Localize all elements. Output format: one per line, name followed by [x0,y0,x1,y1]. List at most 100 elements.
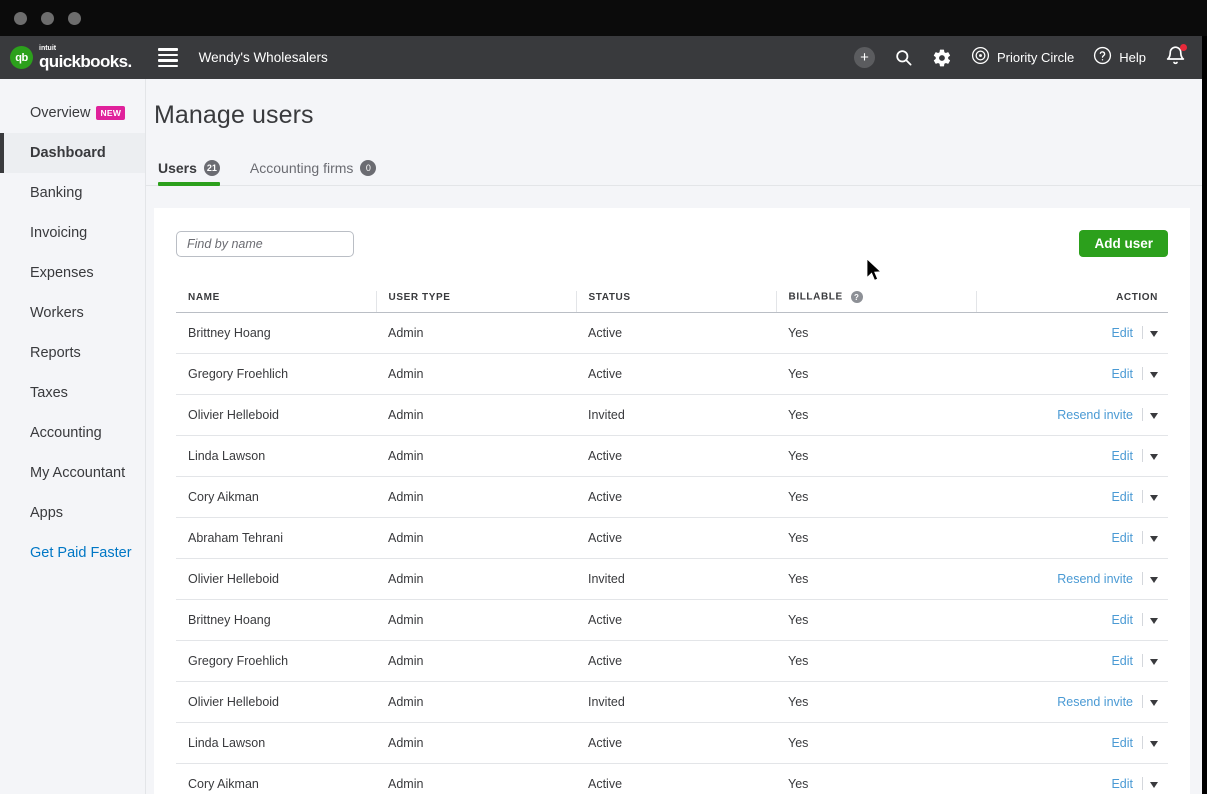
gear-icon[interactable] [932,48,952,68]
users-table-body: Brittney HoangAdminActiveYesEditGregory … [176,313,1168,794]
notification-indicator-dot [1180,44,1187,51]
cell-action: Edit [976,723,1168,764]
column-header-name[interactable]: NAME [176,291,376,313]
chevron-down-icon[interactable] [1150,413,1158,419]
tab-count-badge: 0 [360,160,376,176]
table-row: Olivier HelleboidAdminInvitedYesResend i… [176,559,1168,600]
cell-action: Resend invite [976,559,1168,600]
window-maximize-button[interactable] [68,12,81,25]
window-close-button[interactable] [14,12,27,25]
cell-user-type: Admin [376,600,576,641]
question-mark-icon [1093,46,1112,70]
sidebar-item-taxes[interactable]: Taxes [0,373,145,413]
row-action-link[interactable]: Edit [1111,736,1133,750]
add-user-button[interactable]: Add user [1079,230,1168,257]
tab-accounting-firms[interactable]: Accounting firms0 [250,160,376,185]
sidebar-item-label: My Accountant [30,465,125,481]
sidebar-item-workers[interactable]: Workers [0,293,145,333]
sidebar-item-label: Invoicing [30,225,87,241]
priority-circle-button[interactable]: Priority Circle [971,46,1074,70]
table-row: Brittney HoangAdminActiveYesEdit [176,600,1168,641]
row-action-link[interactable]: Edit [1111,531,1133,545]
cell-action: Edit [976,354,1168,395]
row-action-link[interactable]: Edit [1111,449,1133,463]
action-divider [1142,490,1143,503]
billable-help-icon[interactable]: ? [851,291,863,303]
cell-user-type: Admin [376,354,576,395]
tab-users[interactable]: Users 21 [158,160,220,185]
cell-billable: Yes [776,641,976,682]
row-action-link[interactable]: Edit [1111,490,1133,504]
top-navigation-bar: qb intuit quickbooks. Wendy's Wholesaler… [0,36,1202,79]
chevron-down-icon[interactable] [1150,618,1158,624]
tab-label: Users [158,160,197,176]
row-action-link[interactable]: Resend invite [1057,408,1133,422]
qb-mark-icon: qb [10,46,33,69]
sidebar-item-overview[interactable]: OverviewNEW [0,93,145,133]
sidebar-item-invoicing[interactable]: Invoicing [0,213,145,253]
cell-user-type: Admin [376,723,576,764]
priority-circle-label: Priority Circle [997,50,1074,65]
sidebar-item-label: Accounting [30,425,102,441]
column-header-user-type[interactable]: USER TYPE [376,291,576,313]
cell-name: Cory Aikman [176,764,376,794]
chevron-down-icon[interactable] [1150,577,1158,583]
row-action-link[interactable]: Edit [1111,326,1133,340]
sidebar-item-accounting[interactable]: Accounting [0,413,145,453]
row-action-link[interactable]: Edit [1111,613,1133,627]
window-minimize-button[interactable] [41,12,54,25]
chevron-down-icon[interactable] [1150,536,1158,542]
table-row: Cory AikmanAdminActiveYesEdit [176,477,1168,518]
hamburger-menu-icon[interactable] [158,48,178,67]
sidebar-item-label: Banking [30,185,82,201]
row-action-link[interactable]: Edit [1111,654,1133,668]
help-button[interactable]: Help [1093,46,1146,70]
cell-billable: Yes [776,313,976,354]
sidebar-item-dashboard[interactable]: Dashboard [0,133,145,173]
sidebar-item-apps[interactable]: Apps [0,493,145,533]
search-icon[interactable] [894,48,913,67]
row-action-link[interactable]: Resend invite [1057,695,1133,709]
company-name-label[interactable]: Wendy's Wholesalers [199,50,328,65]
chevron-down-icon[interactable] [1150,454,1158,460]
chevron-down-icon[interactable] [1150,495,1158,501]
cell-action: Edit [976,518,1168,559]
chevron-down-icon[interactable] [1150,741,1158,747]
notifications-button[interactable] [1165,45,1186,71]
column-header-status[interactable]: STATUS [576,291,776,313]
row-action-link[interactable]: Resend invite [1057,572,1133,586]
quickbooks-logo[interactable]: qb intuit quickbooks. [10,45,132,70]
main-content: Manage users Users21Accounting firms0 Ad… [146,79,1202,794]
sidebar-item-banking[interactable]: Banking [0,173,145,213]
sidebar-item-get-paid-faster[interactable]: Get Paid Faster [0,533,145,573]
users-table-head: NAME USER TYPE STATUS BILLABLE? ACTION [176,291,1168,313]
cell-user-type: Admin [376,641,576,682]
cell-status: Active [576,518,776,559]
action-divider [1142,613,1143,626]
priority-circle-icon [971,46,990,70]
column-header-billable[interactable]: BILLABLE? [776,291,976,313]
create-new-button[interactable]: + [854,47,875,68]
sidebar-item-my-accountant[interactable]: My Accountant [0,453,145,493]
chevron-down-icon[interactable] [1150,331,1158,337]
tab-bar: Users 21 Accounting firms0 [146,160,1202,186]
cell-action: Edit [976,436,1168,477]
sidebar-item-expenses[interactable]: Expenses [0,253,145,293]
chevron-down-icon[interactable] [1150,372,1158,378]
sidebar-item-label: Workers [30,305,84,321]
table-toolbar: Add user [176,230,1168,257]
cell-user-type: Admin [376,436,576,477]
row-action-link[interactable]: Edit [1111,367,1133,381]
row-action-link[interactable]: Edit [1111,777,1133,791]
sidebar-item-label: Reports [30,345,81,361]
chevron-down-icon[interactable] [1150,659,1158,665]
cell-user-type: Admin [376,518,576,559]
chevron-down-icon[interactable] [1150,782,1158,788]
table-row: Olivier HelleboidAdminInvitedYesResend i… [176,682,1168,723]
cell-billable: Yes [776,682,976,723]
search-input[interactable] [176,231,354,257]
cell-action: Edit [976,641,1168,682]
tab-count-badge: 21 [204,160,220,176]
chevron-down-icon[interactable] [1150,700,1158,706]
sidebar-item-reports[interactable]: Reports [0,333,145,373]
